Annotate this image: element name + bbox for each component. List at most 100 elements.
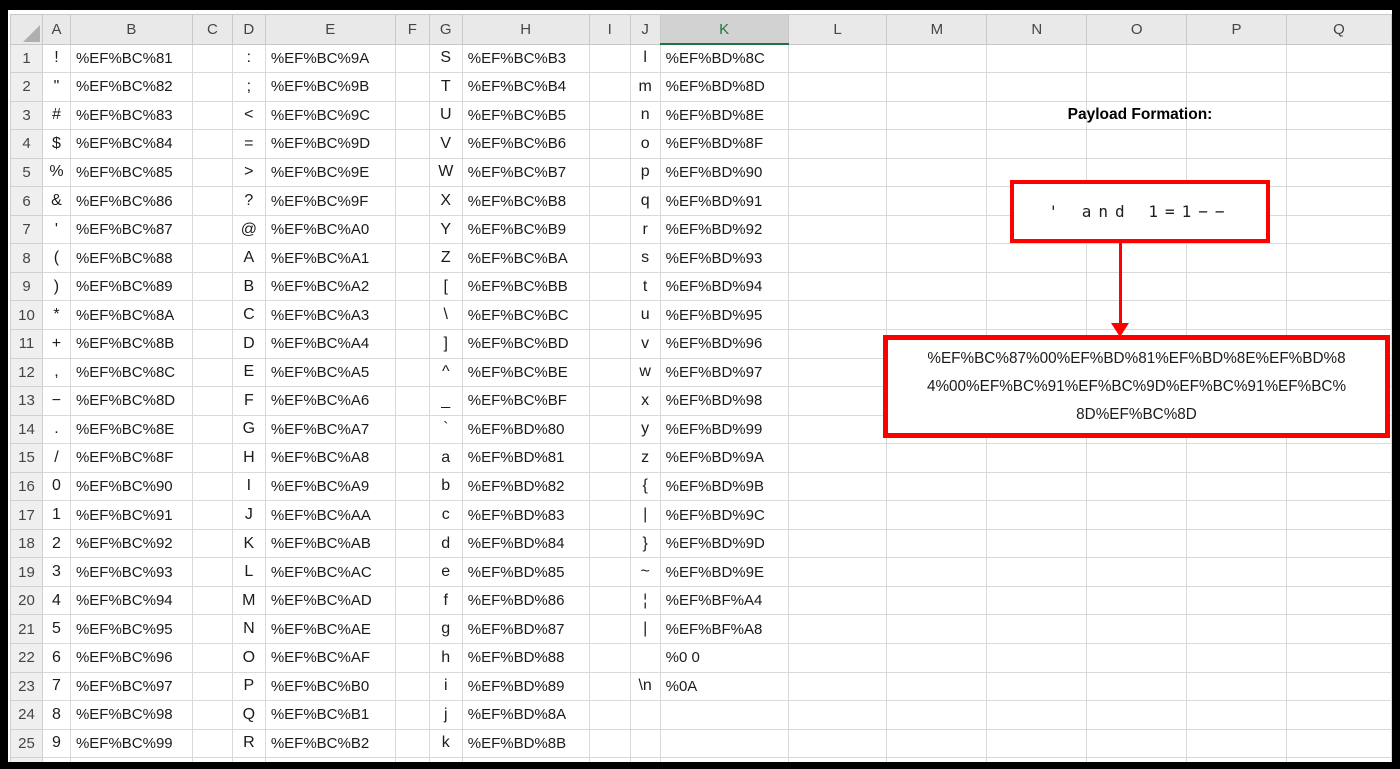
cell-E15[interactable]: %EF%BC%A8 <box>264 443 396 473</box>
row-header-2[interactable]: 2 <box>10 72 43 102</box>
cell-L17[interactable] <box>787 500 888 530</box>
cell-C15[interactable] <box>191 443 233 473</box>
cell-F6[interactable] <box>394 186 430 216</box>
cell-G10[interactable]: \ <box>428 300 463 330</box>
cell-P2[interactable] <box>1186 72 1287 102</box>
cell-Q3[interactable] <box>1285 100 1392 131</box>
cell-H19[interactable]: %EF%BD%85 <box>461 557 590 587</box>
cell-E18[interactable]: %EF%BC%AB <box>264 528 396 559</box>
column-header-A[interactable]: A <box>41 14 71 45</box>
cell-P6[interactable] <box>1186 186 1287 216</box>
cell-I6[interactable] <box>588 186 631 216</box>
row-header-18[interactable]: 18 <box>10 528 43 559</box>
cell-A2[interactable]: " <box>41 72 71 102</box>
cell-G12[interactable]: ^ <box>428 357 463 388</box>
row-header-4[interactable]: 4 <box>10 129 43 159</box>
cell-B17[interactable]: %EF%BC%91 <box>69 500 193 530</box>
cell-A22[interactable]: 6 <box>41 642 71 673</box>
cell-E12[interactable]: %EF%BC%A5 <box>264 357 396 388</box>
cell-H2[interactable]: %EF%BC%B4 <box>461 72 590 102</box>
cell-Px[interactable] <box>1186 757 1287 762</box>
cell-K17[interactable]: %EF%BD%9C <box>659 500 789 530</box>
cell-E23[interactable]: %EF%BC%B0 <box>264 671 396 702</box>
cell-E2[interactable]: %EF%BC%9B <box>264 72 396 102</box>
cell-C11[interactable] <box>191 328 233 359</box>
cell-E19[interactable]: %EF%BC%AC <box>264 557 396 587</box>
cell-D23[interactable]: P <box>231 671 266 702</box>
cell-N13[interactable] <box>986 386 1088 416</box>
cell-F19[interactable] <box>394 557 430 587</box>
cell-E13[interactable]: %EF%BC%A6 <box>264 386 396 416</box>
cell-F14[interactable] <box>394 414 430 445</box>
cell-M8[interactable] <box>886 243 988 273</box>
column-header-N[interactable]: N <box>986 14 1088 45</box>
cell-M16[interactable] <box>886 471 988 502</box>
cell-J14[interactable]: y <box>629 414 661 445</box>
cell-Q18[interactable] <box>1285 528 1392 559</box>
cell-A20[interactable]: 4 <box>41 585 71 616</box>
cell-E7[interactable]: %EF%BC%A0 <box>264 214 396 245</box>
cell-G8[interactable]: Z <box>428 243 463 273</box>
cell-G6[interactable]: X <box>428 186 463 216</box>
cell-Q6[interactable] <box>1285 186 1392 216</box>
cell-D11[interactable]: D <box>231 328 266 359</box>
cell-J4[interactable]: o <box>629 129 661 159</box>
cell-K11[interactable]: %EF%BD%96 <box>659 328 789 359</box>
cell-J23[interactable]: \n <box>629 671 661 702</box>
cell-Mx[interactable] <box>886 757 988 762</box>
cell-H17[interactable]: %EF%BD%83 <box>461 500 590 530</box>
cell-C9[interactable] <box>191 271 233 302</box>
cell-N16[interactable] <box>986 471 1088 502</box>
cell-J1[interactable]: l <box>629 43 661 74</box>
cell-L4[interactable] <box>787 129 888 159</box>
cell-P13[interactable] <box>1186 386 1287 416</box>
row-header-11[interactable]: 11 <box>10 328 43 359</box>
cell-K13[interactable]: %EF%BD%98 <box>659 386 789 416</box>
cell-N17[interactable] <box>986 500 1088 530</box>
cell-P14[interactable] <box>1186 414 1287 445</box>
cell-Hx[interactable] <box>461 757 590 762</box>
cell-M11[interactable] <box>886 328 988 359</box>
cell-H20[interactable]: %EF%BD%86 <box>461 585 590 616</box>
cell-B25[interactable]: %EF%BC%99 <box>69 728 193 759</box>
cell-C13[interactable] <box>191 386 233 416</box>
cell-I10[interactable] <box>588 300 631 330</box>
cell-Ex[interactable] <box>264 757 396 762</box>
cell-J7[interactable]: r <box>629 214 661 245</box>
cell-P22[interactable] <box>1186 642 1287 673</box>
cell-H4[interactable]: %EF%BC%B6 <box>461 129 590 159</box>
cell-N19[interactable] <box>986 557 1088 587</box>
cell-B20[interactable]: %EF%BC%94 <box>69 585 193 616</box>
cell-F25[interactable] <box>394 728 430 759</box>
cell-O3[interactable] <box>1086 100 1188 131</box>
cell-O16[interactable] <box>1086 471 1188 502</box>
cell-M5[interactable] <box>886 157 988 188</box>
cell-M13[interactable] <box>886 386 988 416</box>
cell-C17[interactable] <box>191 500 233 530</box>
cell-K5[interactable]: %EF%BD%90 <box>659 157 789 188</box>
cell-D22[interactable]: O <box>231 642 266 673</box>
select-all-corner[interactable] <box>10 14 43 45</box>
cell-A25[interactable]: 9 <box>41 728 71 759</box>
row-header-3[interactable]: 3 <box>10 100 43 131</box>
cell-K19[interactable]: %EF%BD%9E <box>659 557 789 587</box>
cell-P16[interactable] <box>1186 471 1287 502</box>
cell-L21[interactable] <box>787 614 888 644</box>
cell-C22[interactable] <box>191 642 233 673</box>
cell-M4[interactable] <box>886 129 988 159</box>
cell-H1[interactable]: %EF%BC%B3 <box>461 43 590 74</box>
cell-B24[interactable]: %EF%BC%98 <box>69 700 193 730</box>
cell-Qx[interactable] <box>1285 757 1392 762</box>
row-header-25[interactable]: 25 <box>10 728 43 759</box>
cell-J19[interactable]: ~ <box>629 557 661 587</box>
row-header-7[interactable]: 7 <box>10 214 43 245</box>
cell-Q19[interactable] <box>1285 557 1392 587</box>
row-header-19[interactable]: 19 <box>10 557 43 587</box>
cell-L15[interactable] <box>787 443 888 473</box>
cell-D20[interactable]: M <box>231 585 266 616</box>
cell-F20[interactable] <box>394 585 430 616</box>
cell-E3[interactable]: %EF%BC%9C <box>264 100 396 131</box>
cell-D24[interactable]: Q <box>231 700 266 730</box>
cell-H15[interactable]: %EF%BD%81 <box>461 443 590 473</box>
cell-Q8[interactable] <box>1285 243 1392 273</box>
